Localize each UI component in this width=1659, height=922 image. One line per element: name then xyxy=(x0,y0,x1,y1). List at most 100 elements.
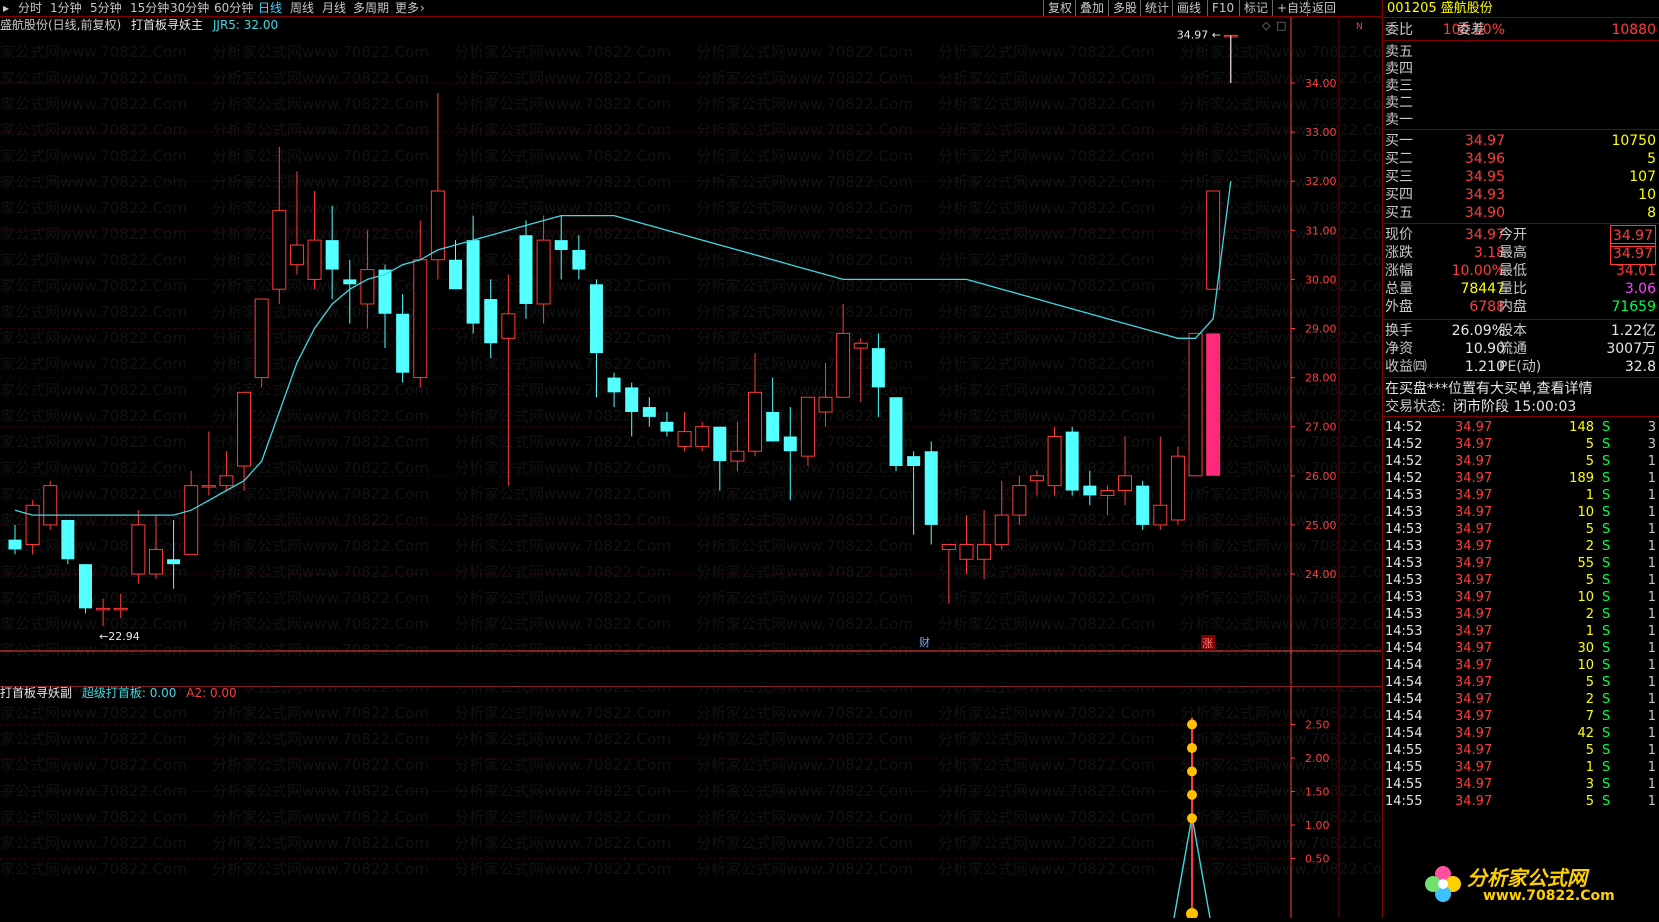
stat-label: 总量 xyxy=(1385,281,1413,297)
timeframe-10[interactable]: 更多 xyxy=(395,0,419,16)
candle[interactable] xyxy=(413,220,428,388)
watermark-text: 分析家公式网www.70822.Com xyxy=(696,225,913,243)
candle[interactable] xyxy=(589,279,603,398)
diamond-icon[interactable]: ◇ xyxy=(1262,19,1271,32)
stat-label-2: 最高 xyxy=(1499,245,1527,261)
tick-row[interactable]: 14:55 34.97 5 S 1 xyxy=(1383,792,1659,812)
timeframe-1[interactable]: 1分钟 xyxy=(50,0,82,16)
candle-body xyxy=(484,299,498,344)
toolbar-button-5[interactable]: F10 xyxy=(1207,0,1238,16)
indicator-name[interactable]: 打首板寻妖主 xyxy=(131,18,203,32)
toolbar-button-0[interactable]: 复权 xyxy=(1043,0,1076,16)
fund-value: 26.09% xyxy=(1451,323,1505,339)
candle[interactable] xyxy=(695,421,710,452)
candle[interactable] xyxy=(1136,480,1150,530)
watermark-text: 分析家公式网www.70822.Com xyxy=(696,615,913,633)
watermark-text: 分析家公式网www.70822.Com xyxy=(0,381,187,399)
big-order-notice[interactable]: 在买盘***位置有大买单,查看详情 xyxy=(1383,379,1659,399)
watermark-text: 分析家公式网www.70822.Com xyxy=(696,69,913,87)
limit-up-marker[interactable]: 涨 xyxy=(1202,637,1213,650)
candle[interactable] xyxy=(1153,436,1168,530)
candle[interactable] xyxy=(800,396,815,466)
candle[interactable] xyxy=(43,480,58,530)
kline-svg[interactable]: 34.0033.0032.0031.0030.0029.0028.0027.00… xyxy=(0,17,1397,685)
sub-indicator-name[interactable]: 打首板寻妖副 xyxy=(0,686,72,700)
candle-body xyxy=(113,607,128,611)
main-kline-chart[interactable]: 34.00 33.00 32.00 31.00 30.00 29.00 28.00 27.00… xyxy=(0,17,1397,685)
candle[interactable] xyxy=(889,397,903,471)
candle[interactable] xyxy=(272,146,287,304)
finance-marker[interactable]: 财 xyxy=(919,635,930,649)
timeframe-5[interactable]: 60分钟 xyxy=(214,0,253,16)
candle[interactable] xyxy=(677,411,692,452)
more-chevron-icon[interactable]: › xyxy=(420,0,425,16)
main-chart-legend: 盛航股份(日线,前复权) 打首板寻妖主 JJR5: 32.00 xyxy=(0,17,284,34)
watermark-text: 分析家公式网www.70822.Com xyxy=(454,355,671,373)
watermark-text: 分析家公式网www.70822.Com xyxy=(0,615,187,633)
buy-row[interactable]: 买四 34.93 10 xyxy=(1383,185,1659,205)
watermark-text: 分析家公式网www.70822.Com xyxy=(454,199,671,217)
candle-body xyxy=(78,564,92,609)
toolbar-button-4[interactable]: 画线 xyxy=(1172,0,1205,16)
watermark-text: 分析家公式网www.70822.Com xyxy=(938,433,1155,451)
candle[interactable] xyxy=(713,426,727,491)
watermark-text: 分析家公式网www.70822.Com xyxy=(1180,95,1381,113)
toolbar-button-8[interactable]: 返回 xyxy=(1307,0,1340,16)
candle[interactable] xyxy=(78,564,92,614)
timeframe-2[interactable]: 5分钟 xyxy=(90,0,122,16)
candle[interactable] xyxy=(430,92,445,280)
toolbar-button-3[interactable]: 统计 xyxy=(1140,0,1173,16)
sub-indicator-chart[interactable]: 2.502.001.501.000.50分析家公式网www.70822.Com分… xyxy=(0,652,1397,920)
watermark-text: 分析家公式网www.70822.Com xyxy=(454,147,671,165)
notice-text[interactable]: 在买盘***位置有大买单,查看详情 xyxy=(1385,379,1592,399)
timeframe-4[interactable]: 30分钟 xyxy=(170,0,209,16)
sub-indicator-svg[interactable]: 2.502.001.501.000.50分析家公式网www.70822.Com分… xyxy=(0,652,1397,920)
candle[interactable] xyxy=(607,372,621,408)
fund-label: 换手 xyxy=(1385,323,1413,339)
timeframe-7[interactable]: 周线 xyxy=(290,0,314,16)
watermark-text: 分析家公式网www.70822.Com xyxy=(938,381,1155,399)
timeframe-6[interactable]: 日线 xyxy=(258,0,282,16)
buy-row[interactable]: 买一 34.97 10750 xyxy=(1383,131,1659,151)
buy-row[interactable]: 买三 34.95 107 xyxy=(1383,167,1659,187)
candle[interactable] xyxy=(1188,332,1203,477)
candle[interactable] xyxy=(924,441,938,545)
toolbar-button-1[interactable]: 叠加 xyxy=(1075,0,1108,16)
candle[interactable] xyxy=(1170,446,1185,525)
toolbar-button-6[interactable]: 标记 xyxy=(1239,0,1272,16)
sell-row[interactable]: 卖一 xyxy=(1383,110,1659,130)
candle[interactable] xyxy=(1047,426,1062,496)
buy-row[interactable]: 买二 34.96 5 xyxy=(1383,149,1659,169)
toolbar-button-2[interactable]: 多股 xyxy=(1108,0,1141,16)
buy-row[interactable]: 买五 34.90 8 xyxy=(1383,203,1659,223)
square-icon[interactable]: □ xyxy=(1276,19,1286,32)
watermark-text: 分析家公式网www.70822.Com xyxy=(938,329,1155,347)
watermark-text: 分析家公式网www.70822.Com xyxy=(938,225,1155,243)
coin-icon xyxy=(1187,789,1197,800)
candle[interactable] xyxy=(1065,426,1079,496)
site-logo: 分析家公式网 www.70822.Com xyxy=(1423,860,1653,910)
fund-value-2: 3007万 xyxy=(1606,341,1656,357)
candle[interactable] xyxy=(61,519,75,565)
candle[interactable] xyxy=(1206,190,1221,290)
timeframe-3[interactable]: 15分钟 xyxy=(130,0,169,16)
candle[interactable] xyxy=(449,240,462,290)
candle[interactable] xyxy=(625,382,639,437)
limit-up-bar[interactable] xyxy=(1206,333,1221,476)
watermark-text: 分析家公式网www.70822.Com xyxy=(0,251,187,269)
watermark-text: 分析家公式网www.70822.Com xyxy=(696,329,913,347)
timeframe-0[interactable]: 分时 xyxy=(18,0,42,16)
timeframe-9[interactable]: 多周期 xyxy=(353,0,389,16)
candle[interactable] xyxy=(254,298,269,388)
toolbar-left-arrow-icon[interactable]: ▸ xyxy=(3,0,9,16)
watermark-text: 分析家公式网www.70822.Com xyxy=(1180,147,1381,165)
timeframe-8[interactable]: 月线 xyxy=(322,0,346,16)
watermark-text: 分析家公式网www.70822.Com xyxy=(696,121,913,139)
watermark-text: 分析家公式网www.70822.Com xyxy=(0,69,187,87)
watermark-text: 分析家公式网www.70822.Com xyxy=(938,860,1155,878)
watermark-text: 分析家公式网www.70822.Com xyxy=(696,834,913,852)
watermark-text: 分析家公式网www.70822.Com xyxy=(454,782,671,800)
watermark-text: 分析家公式网www.70822.Com xyxy=(696,808,913,826)
candle[interactable] xyxy=(184,470,199,555)
watermark-text: 分析家公式网www.70822.Com xyxy=(1180,303,1381,321)
